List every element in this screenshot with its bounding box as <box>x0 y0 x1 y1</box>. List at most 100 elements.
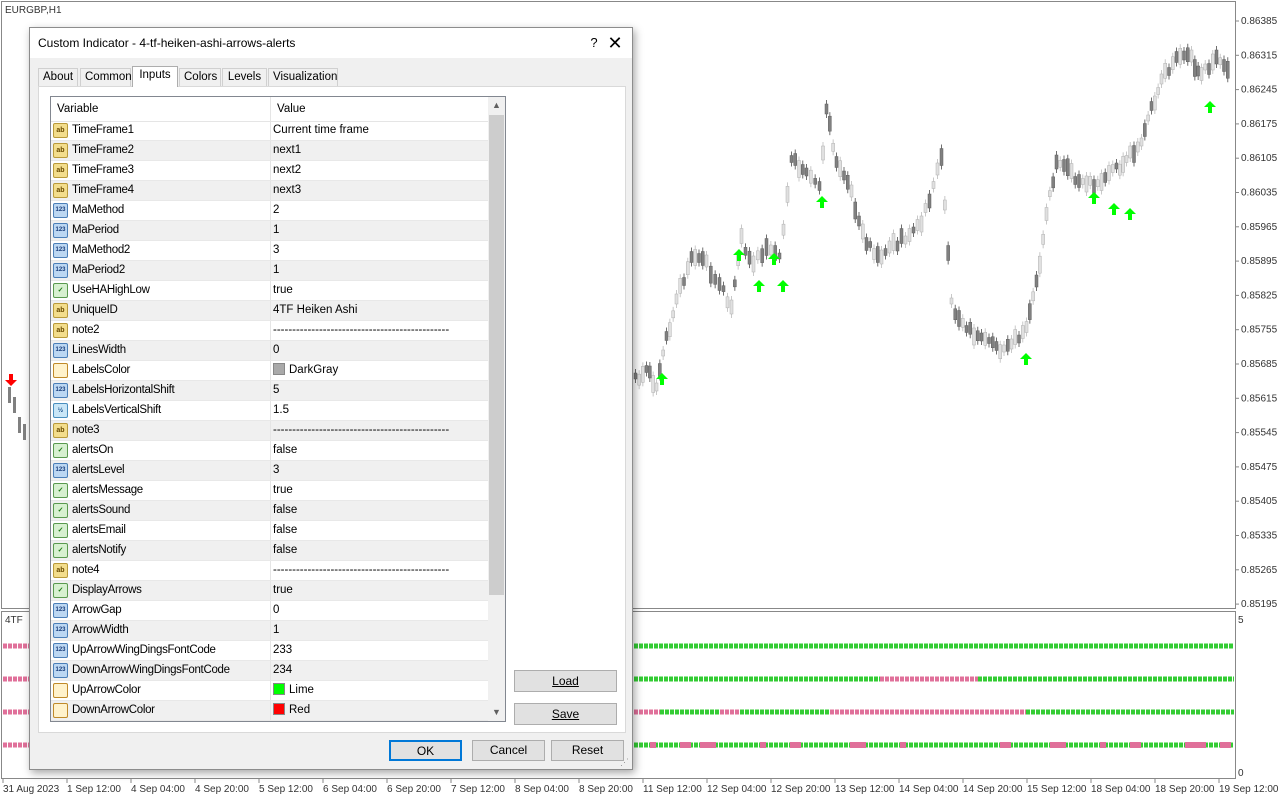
load-button[interactable]: Load <box>514 670 617 692</box>
input-row-UpArrowWingDingsFontCode[interactable]: 123 UpArrowWingDingsFontCode 233 <box>51 641 488 661</box>
tab-common[interactable]: Common <box>80 68 132 86</box>
scroll-down-icon[interactable]: ▼ <box>488 704 505 721</box>
time-tick-label: 19 Sep 12:00 <box>1219 784 1279 795</box>
input-value[interactable]: 0 <box>270 341 488 360</box>
input-row-TimeFrame2[interactable]: ab TimeFrame2 next1 <box>51 141 488 161</box>
input-value[interactable]: true <box>270 581 488 600</box>
input-value[interactable]: 233 <box>270 641 488 660</box>
vertical-scrollbar[interactable]: ▲ ▼ <box>488 97 505 721</box>
tab-inputs[interactable]: Inputs <box>132 66 178 87</box>
candle-body <box>1099 173 1104 191</box>
input-row-UniqueID[interactable]: ab UniqueID 4TF Heiken Ashi <box>51 301 488 321</box>
resize-grip-icon[interactable]: ⋰ <box>620 757 630 767</box>
column-header-variable[interactable]: Variable <box>51 97 98 121</box>
input-row-TimeFrame4[interactable]: ab TimeFrame4 next3 <box>51 181 488 201</box>
input-value[interactable]: DarkGray <box>270 361 488 380</box>
input-value[interactable]: ----------------------------------------… <box>270 421 488 440</box>
tab-visualization[interactable]: Visualization <box>268 68 338 86</box>
input-value-text: false <box>273 444 298 456</box>
input-value[interactable]: 4TF Heiken Ashi <box>270 301 488 320</box>
input-value[interactable]: Lime <box>270 681 488 700</box>
input-row-LabelsHorizontalShift[interactable]: 123 LabelsHorizontalShift 5 <box>51 381 488 401</box>
tab-colors[interactable]: Colors <box>179 68 221 86</box>
input-value[interactable]: false <box>270 441 488 460</box>
scroll-up-icon[interactable]: ▲ <box>488 97 505 114</box>
input-value-text: 4TF Heiken Ashi <box>273 304 358 316</box>
input-value[interactable]: 3 <box>270 241 488 260</box>
input-value[interactable]: next3 <box>270 181 488 200</box>
input-row-note4[interactable]: ab note4 ---------------------------------… <box>51 561 488 581</box>
input-value-text: 1 <box>273 624 280 636</box>
scroll-thumb[interactable] <box>489 115 504 595</box>
input-value[interactable]: true <box>270 281 488 300</box>
candle-body <box>1028 303 1032 320</box>
input-value[interactable]: false <box>270 541 488 560</box>
input-name: LabelsColor <box>72 364 131 376</box>
input-value-text: next1 <box>273 144 302 156</box>
input-value[interactable]: 234 <box>270 661 488 680</box>
input-value[interactable]: 1.5 <box>270 401 488 420</box>
input-row-LinesWidth[interactable]: 123 LinesWidth 0 <box>51 341 488 361</box>
candle-body <box>834 156 839 168</box>
input-row-UpArrowColor[interactable]: UpArrowColor Lime <box>51 681 488 701</box>
column-header-value[interactable]: Value <box>270 97 306 121</box>
input-value[interactable]: 1 <box>270 261 488 280</box>
input-value[interactable]: ----------------------------------------… <box>270 321 488 340</box>
input-row-TimeFrame1[interactable]: ab TimeFrame1 Current time frame <box>51 121 488 141</box>
input-row-alertsEmail[interactable]: ✓ alertsEmail false <box>51 521 488 541</box>
input-row-note2[interactable]: ab note2 ---------------------------------… <box>51 321 488 341</box>
candle-body <box>961 318 965 328</box>
input-row-alertsLevel[interactable]: 123 alertsLevel 3 <box>51 461 488 481</box>
candle-body <box>1226 61 1230 79</box>
input-row-LabelsColor[interactable]: LabelsColor DarkGray <box>51 361 488 381</box>
input-row-DisplayArrows[interactable]: ✓ DisplayArrows true <box>51 581 488 601</box>
input-row-TimeFrame3[interactable]: ab TimeFrame3 next2 <box>51 161 488 181</box>
candle-body <box>1062 159 1066 172</box>
ok-button[interactable]: OK <box>389 740 462 761</box>
input-row-MaMethod[interactable]: 123 MaMethod 2 <box>51 201 488 221</box>
input-row-alertsNotify[interactable]: ✓ alertsNotify false <box>51 541 488 561</box>
tab-about[interactable]: About <box>38 68 78 86</box>
reset-button[interactable]: Reset <box>551 740 624 761</box>
input-value[interactable]: 0 <box>270 601 488 620</box>
input-name: DisplayArrows <box>72 584 142 596</box>
input-row-note3[interactable]: ab note3 ---------------------------------… <box>51 421 488 441</box>
candle-body <box>972 327 976 346</box>
input-value[interactable]: 1 <box>270 221 488 240</box>
input-value[interactable]: 2 <box>270 201 488 220</box>
candle-body <box>861 223 865 240</box>
input-value[interactable]: Current time frame <box>270 121 488 140</box>
input-value[interactable]: next1 <box>270 141 488 160</box>
input-row-LabelsVerticalShift[interactable]: ½ LabelsVerticalShift 1.5 <box>51 401 488 421</box>
cancel-button[interactable]: Cancel <box>472 740 545 761</box>
input-value[interactable]: ----------------------------------------… <box>270 561 488 580</box>
input-value[interactable]: false <box>270 521 488 540</box>
input-value[interactable]: 1 <box>270 621 488 640</box>
input-row-MaMethod2[interactable]: 123 MaMethod2 3 <box>51 241 488 261</box>
tab-levels[interactable]: Levels <box>222 68 267 86</box>
close-button[interactable]: ✕ <box>602 31 628 55</box>
input-value[interactable]: true <box>270 481 488 500</box>
input-row-ArrowGap[interactable]: 123 ArrowGap 0 <box>51 601 488 621</box>
time-tick-label: 12 Sep 20:00 <box>771 784 831 795</box>
input-row-ArrowWidth[interactable]: 123 ArrowWidth 1 <box>51 621 488 641</box>
input-row-DownArrowColor[interactable]: DownArrowColor Red <box>51 701 488 721</box>
input-value[interactable]: Red <box>270 701 488 720</box>
input-row-alertsSound[interactable]: ✓ alertsSound false <box>51 501 488 521</box>
candle-body <box>1218 57 1222 65</box>
input-value[interactable]: 5 <box>270 381 488 400</box>
input-value[interactable]: next2 <box>270 161 488 180</box>
input-row-MaPeriod2[interactable]: 123 MaPeriod2 1 <box>51 261 488 281</box>
input-row-alertsOn[interactable]: ✓ alertsOn false <box>51 441 488 461</box>
candle-body <box>1038 255 1042 274</box>
input-row-UseHAHighLow[interactable]: ✓ UseHAHighLow true <box>51 281 488 301</box>
dialog-titlebar[interactable]: Custom Indicator - 4-tf-heiken-ashi-arro… <box>30 28 632 58</box>
input-value[interactable]: 3 <box>270 461 488 480</box>
indicator-line-segment <box>850 742 866 748</box>
input-row-alertsMessage[interactable]: ✓ alertsMessage true <box>51 481 488 501</box>
input-row-MaPeriod[interactable]: 123 MaPeriod 1 <box>51 221 488 241</box>
inputs-grid[interactable]: Variable Value ab TimeFrame1 Current time … <box>50 96 506 722</box>
input-value[interactable]: false <box>270 501 488 520</box>
input-row-DownArrowWingDingsFontCode[interactable]: 123 DownArrowWingDingsFontCode 234 <box>51 661 488 681</box>
save-button[interactable]: Save <box>514 703 617 725</box>
